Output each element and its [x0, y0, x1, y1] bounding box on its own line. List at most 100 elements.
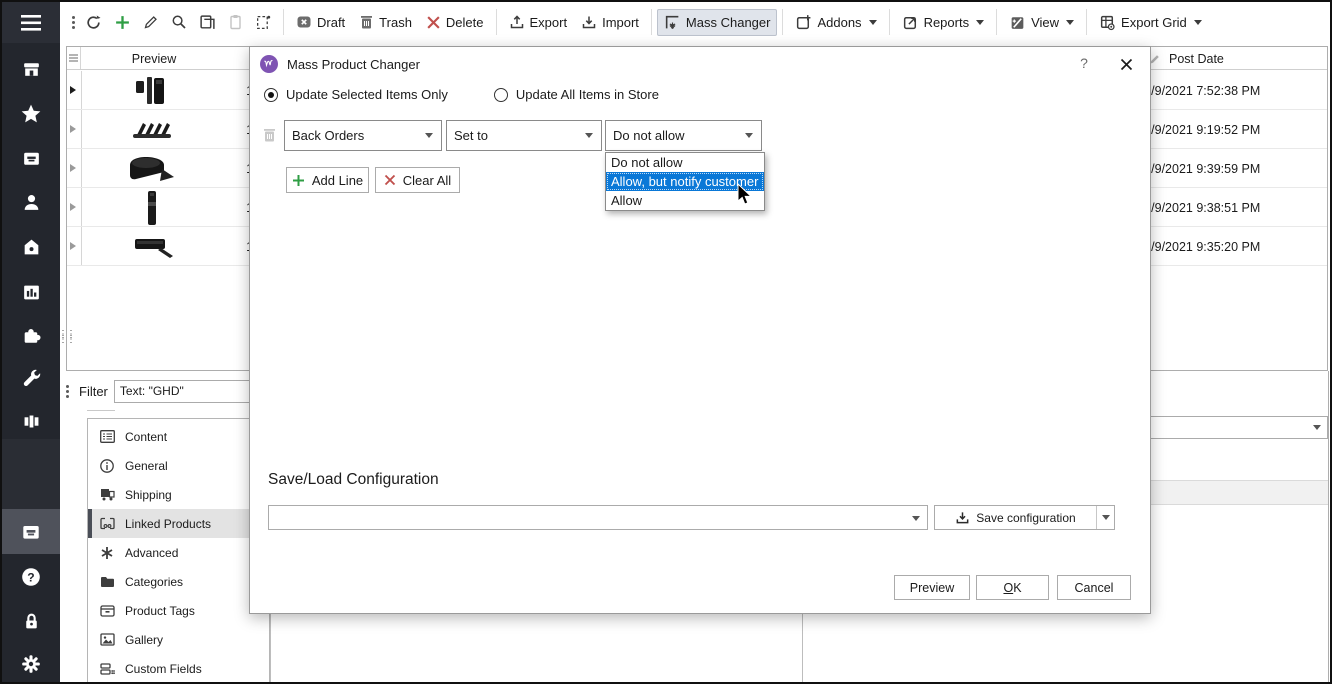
dropdown-option-selected[interactable]: Allow, but notify customer	[606, 172, 764, 191]
tab-general[interactable]: General	[88, 451, 269, 480]
dropdown-option[interactable]: Allow	[606, 191, 764, 210]
gear-icon	[20, 653, 42, 675]
tab-categories[interactable]: Categories	[88, 567, 269, 596]
row-expander-icon[interactable]	[70, 164, 76, 172]
view-button[interactable]: View	[1002, 9, 1081, 36]
filter-drag-handle[interactable]	[66, 385, 73, 398]
marquee-icon	[255, 14, 272, 31]
draft-button[interactable]: Draft	[289, 9, 352, 35]
sidebar-item-views[interactable]	[2, 401, 60, 441]
sidebar-item-favorites[interactable]	[2, 94, 60, 134]
configuration-combobox[interactable]	[268, 505, 928, 530]
tab-advanced[interactable]: Advanced	[88, 538, 269, 567]
mass-changer-button[interactable]: Mass Changer	[657, 9, 778, 36]
export-grid-icon	[1099, 14, 1116, 31]
delete-button[interactable]: Delete	[419, 10, 491, 35]
clear-all-button[interactable]: Clear All	[375, 167, 460, 193]
sidebar-item-archive-selected[interactable]	[2, 509, 60, 554]
column-header-post-date[interactable]: Post Date	[1149, 47, 1224, 70]
dialog-title: Mass Product Changer	[287, 57, 420, 72]
chevron-down-icon	[745, 133, 753, 138]
app-window: ? Dr	[0, 0, 1332, 684]
list-icon	[99, 430, 115, 443]
row-expander-icon[interactable]	[70, 86, 76, 94]
chevron-down-icon	[869, 20, 877, 25]
cell-post-date: 8/9/2021 9:38:51 PM	[1144, 201, 1260, 215]
pencil-icon	[143, 14, 159, 30]
sidebar-item-addons[interactable]	[2, 316, 60, 356]
archive-icon	[20, 521, 42, 543]
import-button[interactable]: Import	[574, 9, 646, 35]
radio-update-all-label[interactable]: Update All Items in Store	[516, 87, 659, 102]
save-configuration-menu-button[interactable]	[1096, 506, 1114, 529]
row-expander-icon[interactable]	[70, 242, 76, 250]
column-header-preview[interactable]: Preview	[81, 47, 227, 70]
toolbar-overflow-handle[interactable]	[72, 16, 79, 29]
toolbar-separator	[283, 9, 284, 35]
trash-button[interactable]: Trash	[352, 9, 419, 35]
sidebar-item-store[interactable]	[2, 49, 60, 89]
add-button[interactable]	[108, 9, 137, 36]
sidebar-item-customers[interactable]	[2, 182, 60, 222]
reports-icon	[902, 14, 919, 31]
tab-content[interactable]: Content	[88, 422, 269, 451]
ok-button[interactable]: OK	[976, 575, 1049, 600]
row-expander-icon[interactable]	[70, 125, 76, 133]
select-area-button[interactable]	[249, 9, 278, 36]
sidebar-item-products[interactable]	[2, 227, 60, 267]
cell-post-date: 8/9/2021 9:19:52 PM	[1144, 123, 1260, 137]
woocommerce-logo-icon	[260, 55, 278, 73]
field-select[interactable]: Back Orders	[284, 120, 442, 151]
reports-button[interactable]: Reports	[895, 9, 992, 36]
tab-gallery[interactable]: Gallery	[88, 625, 269, 654]
star-icon	[20, 103, 42, 125]
tab-linked-products[interactable]: Linked Products	[88, 509, 269, 538]
svg-text:?: ?	[27, 570, 34, 584]
chevron-down-icon	[912, 516, 920, 521]
copy-button[interactable]	[193, 9, 222, 36]
edit-button[interactable]	[137, 9, 165, 35]
splitter-handle[interactable]: ⋮⋮⋮⋮	[58, 332, 70, 342]
radio-update-selected[interactable]	[264, 88, 278, 102]
close-icon	[1120, 58, 1133, 71]
add-line-button[interactable]: Add Line	[286, 167, 369, 193]
value-select[interactable]: Do not allow	[605, 120, 762, 151]
sidebar-item-orders[interactable]	[2, 138, 60, 178]
product-thumbnail	[97, 73, 207, 108]
sidebar-item-lock[interactable]	[2, 601, 60, 641]
radio-update-selected-label[interactable]: Update Selected Items Only	[286, 87, 448, 102]
tab-label: General	[125, 459, 168, 473]
dropdown-option[interactable]: Do not allow	[606, 153, 764, 172]
radio-update-all[interactable]	[494, 88, 508, 102]
action-select[interactable]: Set to	[446, 120, 602, 151]
close-button[interactable]	[1116, 54, 1136, 74]
tab-custom-fields[interactable]: Custom Fields	[88, 654, 269, 683]
grid-select-all-header[interactable]	[67, 47, 81, 69]
sidebar-item-help[interactable]: ?	[2, 557, 60, 597]
save-configuration-button[interactable]: Save configuration	[934, 505, 1115, 530]
refresh-button[interactable]	[79, 9, 108, 36]
toolbar-separator	[889, 9, 890, 35]
cancel-button[interactable]: Cancel	[1057, 575, 1131, 600]
export-button[interactable]: Export	[502, 9, 575, 35]
sidebar-item-tools[interactable]	[2, 357, 60, 397]
paste-button[interactable]	[222, 9, 249, 35]
save-load-heading: Save/Load Configuration	[268, 471, 439, 489]
search-button[interactable]	[165, 9, 193, 35]
sidebar-item-settings[interactable]	[2, 644, 60, 684]
row-expander-icon[interactable]	[70, 203, 76, 211]
tab-product-tags[interactable]: Product Tags	[88, 596, 269, 625]
product-thumbnail	[97, 229, 207, 264]
clipboard-icon	[228, 14, 243, 30]
export-grid-button[interactable]: Export Grid	[1092, 9, 1209, 36]
mass-changer-label: Mass Changer	[686, 15, 771, 30]
sidebar-item-reports[interactable]	[2, 272, 60, 312]
preview-button[interactable]: Preview	[894, 575, 970, 600]
hamburger-menu-button[interactable]	[2, 2, 60, 43]
addons-button[interactable]: Addons	[788, 9, 883, 36]
help-button[interactable]: ?	[1076, 55, 1092, 71]
remove-line-button[interactable]	[262, 127, 277, 146]
panel-border	[802, 614, 803, 684]
fields-icon	[99, 663, 115, 675]
tab-shipping[interactable]: Shipping	[88, 480, 269, 509]
